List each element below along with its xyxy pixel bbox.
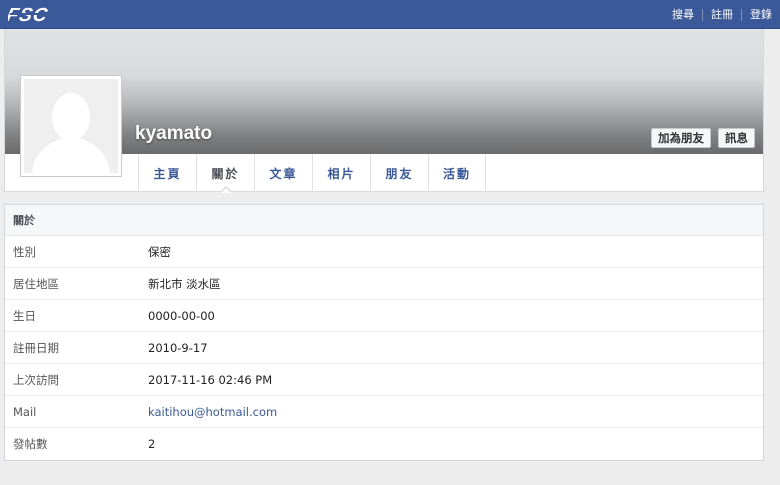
avatar[interactable] xyxy=(24,79,118,173)
search-link[interactable]: 搜尋 xyxy=(664,8,702,21)
profile-username: kyamato xyxy=(135,123,213,144)
about-panel: 關於 性別 保密 居住地區 新北市 淡水區 生日 0000-00-00 註冊日期… xyxy=(4,204,764,461)
top-navigation-bar: FSC 搜尋 註冊 登錄 xyxy=(0,0,780,29)
profile-header: kyamato 加為朋友 訊息 主頁 關於 文章 相片 朋友 活動 xyxy=(4,29,764,193)
message-button[interactable]: 訊息 xyxy=(718,128,755,148)
about-row-gender: 性別 保密 xyxy=(5,236,763,268)
tab-about[interactable]: 關於 xyxy=(196,154,254,193)
login-link[interactable]: 登錄 xyxy=(741,8,780,21)
about-row-post-count: 發帖數 2 xyxy=(5,428,763,460)
row-value: 2010-9-17 xyxy=(148,340,208,355)
profile-tabs: 主頁 關於 文章 相片 朋友 活動 xyxy=(138,154,486,193)
default-person-silhouette-icon xyxy=(24,79,118,173)
row-value: 2017-11-16 02:46 PM xyxy=(148,372,273,387)
row-label: 發帖數 xyxy=(13,437,48,451)
tab-posts[interactable]: 文章 xyxy=(254,154,312,192)
row-label: Mail xyxy=(13,404,37,419)
about-row-last-visit: 上次訪問 2017-11-16 02:46 PM xyxy=(5,364,763,396)
row-value: 2 xyxy=(148,437,156,451)
row-value: 0000-00-00 xyxy=(148,308,215,323)
row-label: 上次訪問 xyxy=(13,372,59,387)
row-label: 生日 xyxy=(13,308,36,323)
about-row-location: 居住地區 新北市 淡水區 xyxy=(5,268,763,300)
top-links: 搜尋 註冊 登錄 xyxy=(664,0,780,29)
row-value: 新北市 淡水區 xyxy=(148,276,221,291)
add-friend-button[interactable]: 加為朋友 xyxy=(651,128,711,148)
row-label: 註冊日期 xyxy=(13,340,59,355)
tab-events[interactable]: 活動 xyxy=(428,154,486,192)
about-row-birthday: 生日 0000-00-00 xyxy=(5,300,763,332)
row-value: 保密 xyxy=(148,244,171,259)
avatar-frame xyxy=(20,75,122,177)
row-label: 居住地區 xyxy=(13,276,59,291)
tab-friends[interactable]: 朋友 xyxy=(370,154,428,192)
about-heading: 關於 xyxy=(5,205,763,236)
email-link[interactable]: kaitihou@hotmail.com xyxy=(148,405,277,419)
about-row-registration-date: 註冊日期 2010-9-17 xyxy=(5,332,763,364)
tab-home[interactable]: 主頁 xyxy=(138,154,196,192)
row-label: 性別 xyxy=(13,244,36,259)
about-row-mail: Mail kaitihou@hotmail.com xyxy=(5,396,763,428)
fsc-logo[interactable]: FSC xyxy=(8,5,88,24)
tab-photos[interactable]: 相片 xyxy=(312,154,370,192)
register-link[interactable]: 註冊 xyxy=(702,8,741,21)
